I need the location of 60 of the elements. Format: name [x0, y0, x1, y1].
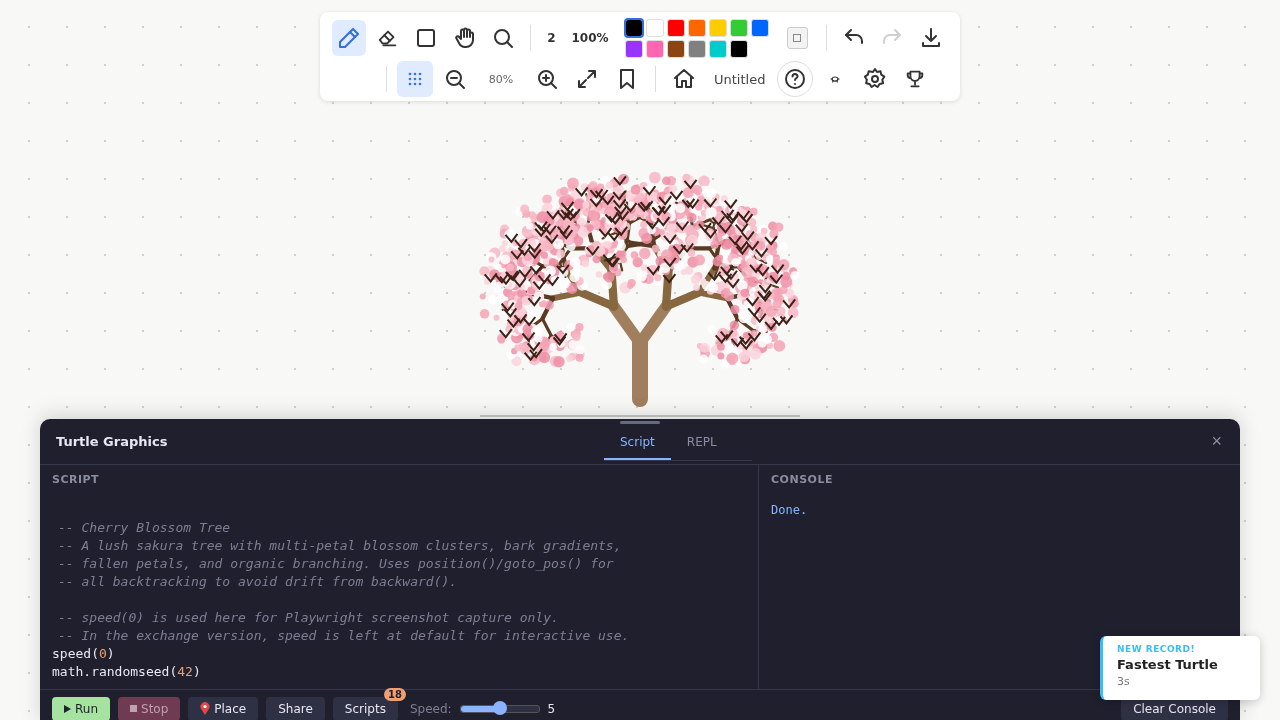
console-label: CONSOLE [771, 473, 834, 487]
panel-title: Turtle Graphics [56, 434, 168, 449]
code-comment: -- speed(0) is used here for Playwright screenshot capture only. [57, 609, 560, 627]
frame-icon [793, 34, 802, 42]
stop-icon [130, 705, 137, 712]
color-swatch[interactable] [624, 18, 643, 37]
stop-button[interactable]: Stop [118, 696, 181, 720]
code-comment: -- A lush sakura tree with multi-petal blossom clusters, bark gradients, [57, 537, 623, 555]
color-swatch[interactable] [729, 39, 748, 58]
code-line: speed(0) [52, 645, 116, 663]
color-swatch[interactable] [687, 39, 706, 58]
expand-icon [575, 67, 599, 91]
color-swatch[interactable] [708, 39, 727, 58]
color-swatch[interactable] [666, 18, 685, 37]
color-swatch[interactable] [666, 39, 685, 58]
color-swatch[interactable] [687, 18, 706, 37]
document-title[interactable]: Untitled [706, 71, 774, 87]
run-button[interactable]: Run [52, 696, 110, 720]
color-swatch[interactable] [750, 18, 769, 37]
count-badge: 18 [384, 687, 406, 701]
place-button[interactable]: Place [188, 696, 259, 720]
pin-icon [200, 702, 211, 715]
close-button[interactable]: × [1209, 431, 1224, 452]
settings-icon [863, 67, 888, 91]
color-swatch[interactable] [729, 18, 748, 37]
code-comment: -- In the exchange version, speed is left at default for interactive use. [57, 627, 631, 645]
resize-handle[interactable] [620, 421, 660, 424]
opacity-value[interactable]: 100% [565, 31, 615, 45]
speed-label: Speed: [409, 701, 452, 716]
grid-toggle-button[interactable] [397, 61, 433, 97]
console-output: Done. [771, 502, 809, 519]
speed-value: 5 [547, 701, 556, 716]
speed-slider[interactable] [459, 704, 540, 713]
help-button[interactable] [777, 61, 814, 97]
slider-thumb[interactable] [492, 700, 507, 715]
play-icon [64, 704, 71, 713]
hand-icon [452, 26, 477, 50]
toast-title: Fastest Turtle [1117, 657, 1219, 672]
script-label: SCRIPT [52, 473, 101, 487]
color-swatch[interactable] [708, 18, 727, 37]
color-swatch[interactable] [624, 39, 643, 58]
share-button[interactable]: Share [266, 696, 325, 720]
zoom-level: 80% [487, 72, 515, 86]
code-comment: -- all backtracking to avoid drift from backward(). [57, 573, 459, 591]
color-swatch[interactable] [645, 18, 664, 37]
code-line: math.randomseed(42) [52, 663, 202, 681]
stroke-width-value[interactable]: 2 [541, 31, 562, 45]
home-icon [672, 67, 696, 91]
code-comment: -- Cherry Blossom Tree [57, 519, 232, 537]
toast-kicker: NEW RECORD! [1117, 644, 1197, 654]
toast-time: 3s [1117, 675, 1131, 688]
zoom-in-icon [535, 67, 559, 91]
help-icon [783, 67, 808, 91]
fill-toggle-button[interactable] [786, 27, 808, 49]
tab[interactable]: REPL [670, 427, 733, 460]
code-comment: -- fallen petals, and organic branching. Uses position()/goto_pos() for [57, 555, 615, 573]
pencil-icon [337, 26, 362, 50]
tab[interactable]: Script [604, 427, 671, 460]
color-swatch[interactable] [645, 39, 664, 58]
zoom-out-icon [443, 67, 467, 91]
